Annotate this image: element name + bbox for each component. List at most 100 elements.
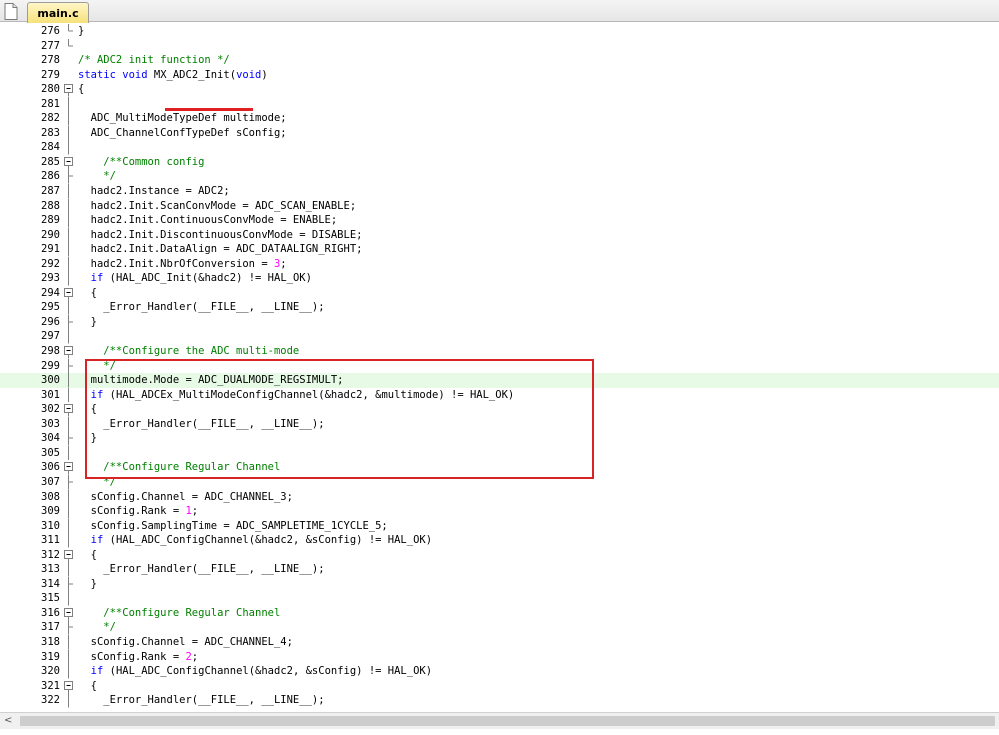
code-line[interactable]: 276} — [0, 24, 999, 39]
fold-end-icon — [68, 24, 73, 32]
code-token: _Error_Handler(__FILE__, __LINE__); — [78, 694, 325, 707]
horizontal-scrollbar[interactable]: < — [0, 712, 999, 729]
code-line[interactable]: 283 ADC_ChannelConfTypeDef sConfig; — [0, 125, 999, 141]
function-name-underline-annotation — [165, 108, 253, 111]
code-line[interactable]: 314 } — [0, 576, 999, 592]
code-line[interactable]: 291 hadc2.Init.DataAlign = ADC_DATAALIGN… — [0, 242, 999, 257]
code-text: /* ADC2 init function */ — [78, 53, 230, 68]
fold-end-icon — [68, 431, 73, 446]
multimode-highlight-box-annotation — [85, 359, 594, 479]
fold-collapse-icon[interactable] — [64, 679, 74, 694]
code-line[interactable]: 319 sConfig.Rank = 2; — [0, 649, 999, 665]
line-number: 308 — [41, 490, 60, 503]
tab-main-c[interactable]: main.c — [27, 2, 89, 23]
code-line[interactable]: 294 { — [0, 286, 999, 301]
code-line[interactable]: 298 /**Configure the ADC multi-mode — [0, 344, 999, 359]
code-text: /**Configure the ADC multi-mode — [78, 344, 299, 359]
code-line[interactable]: 286 */ — [0, 169, 999, 185]
code-text: _Error_Handler(__FILE__, __LINE__); — [78, 693, 325, 708]
fold-line-icon — [68, 504, 69, 519]
code-line[interactable]: 317 */ — [0, 620, 999, 635]
code-line[interactable]: 310 sConfig.SamplingTime = ADC_SAMPLETIM… — [0, 518, 999, 534]
code-line[interactable]: 312 { — [0, 548, 999, 563]
code-line[interactable]: 311 if (HAL_ADC_ConfigChannel(&hadc2, &s… — [0, 533, 999, 548]
editor-pane[interactable]: 276} 277 278 /* ADC2 init function */279 sta… — [0, 22, 999, 712]
fold-line-icon — [68, 562, 69, 577]
code-line[interactable]: 290 hadc2.Init.DiscontinuousConvMode = D… — [0, 227, 999, 243]
scrollbar-thumb[interactable] — [20, 716, 995, 726]
code-text: hadc2.Init.DataAlign = ADC_DATAALIGN_RIG… — [78, 242, 363, 257]
code-line[interactable]: 315 — [0, 591, 999, 606]
fold-collapse-icon[interactable] — [64, 155, 74, 170]
line-number: 278 — [41, 54, 60, 67]
scroll-left-arrow-icon[interactable]: < — [4, 715, 16, 727]
fold-line-icon — [68, 518, 69, 534]
fold-collapse-icon[interactable] — [64, 548, 74, 563]
code-line[interactable]: 295 _Error_Handler(__FILE__, __LINE__); — [0, 300, 999, 315]
fold-line-icon — [68, 184, 69, 199]
line-number: 306 — [41, 461, 60, 474]
code-line[interactable]: 308 sConfig.Channel = ADC_CHANNEL_3; — [0, 489, 999, 505]
fold-end-icon — [68, 576, 73, 592]
code-line[interactable]: 293 if (HAL_ADC_Init(&hadc2) != HAL_OK) — [0, 271, 999, 286]
line-number: 279 — [41, 68, 60, 81]
code-line[interactable]: 309 sConfig.Rank = 1; — [0, 504, 999, 519]
code-token: ADC_ChannelConfTypeDef sConfig; — [78, 126, 287, 139]
code-line[interactable]: 287 hadc2.Instance = ADC2; — [0, 184, 999, 199]
code-line[interactable]: 292 hadc2.Init.NbrOfConversion = 3; — [0, 256, 999, 272]
code-line[interactable]: 284 — [0, 140, 999, 155]
code-line[interactable]: 278 /* ADC2 init function */ — [0, 53, 999, 68]
fold-collapse-icon[interactable] — [64, 286, 74, 301]
code-token: ) — [261, 68, 268, 81]
line-number: 314 — [41, 577, 60, 590]
code-line[interactable]: 289 hadc2.Init.ContinuousConvMode = ENAB… — [0, 213, 999, 228]
line-number: 286 — [41, 170, 60, 183]
code-token: sConfig.Channel = ADC_CHANNEL_3; — [78, 490, 293, 503]
code-line[interactable]: 316 /**Configure Regular Channel — [0, 606, 999, 621]
code-line[interactable]: 280 { — [0, 82, 999, 97]
code-text: sConfig.SamplingTime = ADC_SAMPLETIME_1C… — [78, 519, 388, 534]
code-token: _Error_Handler(__FILE__, __LINE__); — [78, 301, 325, 314]
code-line[interactable]: 281 — [0, 96, 999, 112]
code-line[interactable]: 279 static void MX_ADC2_Init(void) — [0, 68, 999, 83]
code-token: sConfig.Channel = ADC_CHANNEL_4; — [78, 635, 293, 648]
code-line[interactable]: 321 { — [0, 679, 999, 694]
code-line[interactable]: 296 } — [0, 314, 999, 330]
code-text: /**Common config — [78, 155, 204, 170]
code-text: /**Configure Regular Channel — [78, 606, 280, 621]
code-line[interactable]: 318 sConfig.Channel = ADC_CHANNEL_4; — [0, 634, 999, 650]
fold-line-icon — [68, 300, 69, 315]
code-token: hadc2.Init.ContinuousConvMode = ENABLE; — [78, 214, 338, 227]
line-number: 321 — [41, 679, 60, 692]
code-token: */ — [78, 621, 116, 634]
code-line[interactable]: 297 — [0, 329, 999, 345]
code-line[interactable]: 320 if (HAL_ADC_ConfigChannel(&hadc2, &s… — [0, 664, 999, 679]
fold-collapse-icon[interactable] — [64, 460, 74, 475]
code-line[interactable]: 282 ADC_MultiModeTypeDef multimode; — [0, 111, 999, 126]
code-token: hadc2.Init.ScanConvMode = ADC_SCAN_ENABL… — [78, 199, 357, 212]
code-line[interactable]: 288 hadc2.Init.ScanConvMode = ADC_SCAN_E… — [0, 198, 999, 214]
code-line[interactable]: 277 — [0, 38, 999, 54]
fold-end-icon — [68, 474, 73, 490]
code-token: /**Configure the ADC multi-mode — [78, 345, 300, 358]
fold-collapse-icon[interactable] — [64, 344, 74, 359]
line-number: 315 — [41, 592, 60, 605]
fold-line-icon — [68, 416, 69, 432]
fold-collapse-icon[interactable] — [64, 82, 74, 97]
fold-line-icon — [68, 634, 69, 650]
fold-collapse-icon[interactable] — [64, 402, 74, 417]
line-number: 289 — [41, 214, 60, 227]
code-line[interactable]: 322 _Error_Handler(__FILE__, __LINE__); — [0, 693, 999, 708]
line-number: 320 — [41, 665, 60, 678]
line-number: 301 — [41, 388, 60, 401]
code-text: { — [78, 286, 97, 301]
code-line[interactable]: 285 /**Common config — [0, 155, 999, 170]
code-token: hadc2.Init.NbrOfConversion = — [78, 257, 274, 270]
code-text: if (HAL_ADC_ConfigChannel(&hadc2, &sConf… — [78, 533, 432, 548]
code-token: /**Configure Regular Channel — [78, 606, 281, 619]
code-line[interactable]: 313 _Error_Handler(__FILE__, __LINE__); — [0, 562, 999, 577]
fold-line-icon — [68, 329, 69, 345]
line-number: 295 — [41, 301, 60, 314]
fold-collapse-icon[interactable] — [64, 606, 74, 621]
